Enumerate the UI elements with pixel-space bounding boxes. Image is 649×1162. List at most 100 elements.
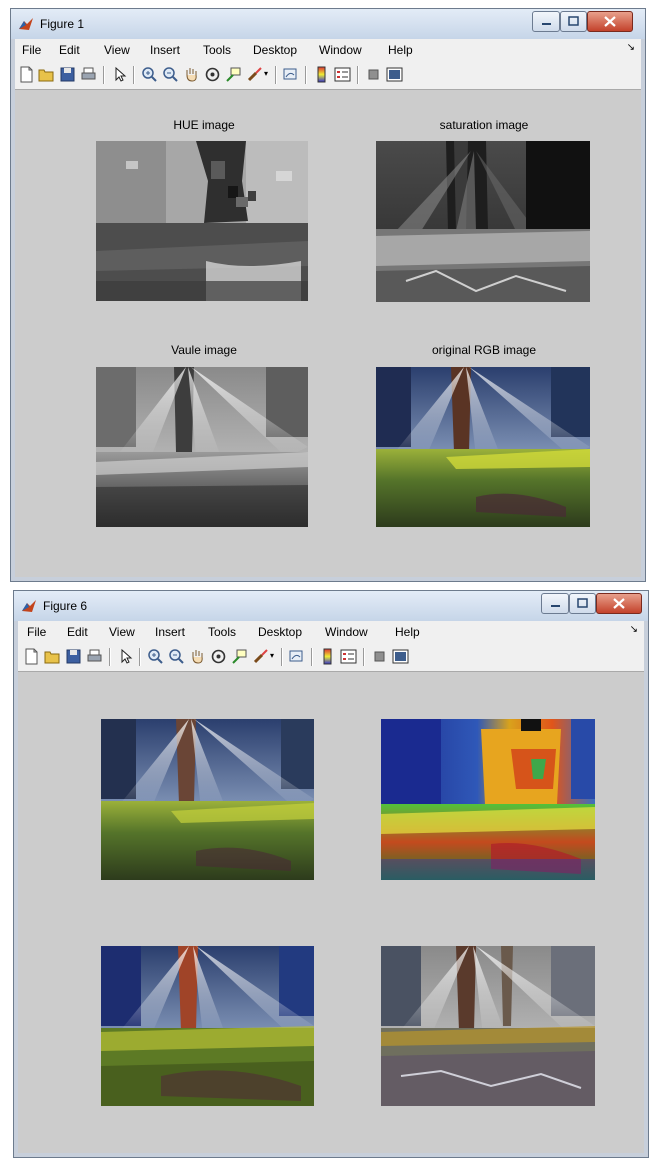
toolbar-separator	[357, 66, 359, 84]
figure-canvas	[18, 672, 644, 1153]
menu-edit[interactable]: Edit	[59, 43, 80, 57]
toolbar-separator	[275, 66, 277, 84]
hide-plot-tools-icon[interactable]	[365, 66, 382, 83]
plot-title-hue: HUE image	[173, 118, 235, 132]
menu-file[interactable]: File	[22, 43, 41, 57]
colorbar-icon[interactable]	[313, 66, 330, 83]
menu-help[interactable]: Help	[388, 43, 413, 57]
maximize-button[interactable]	[569, 593, 596, 614]
print-icon[interactable]	[86, 648, 103, 665]
figure-window-6: Figure 6 File Edit View Insert Tools Des…	[13, 590, 649, 1158]
title-bar[interactable]: Figure 1	[11, 9, 645, 39]
plot-title-value: Vaule image	[171, 343, 237, 357]
brush-icon[interactable]	[246, 66, 263, 83]
window-title: Figure 1	[40, 17, 85, 31]
plot-title-original: original RGB image	[431, 343, 537, 357]
new-file-icon[interactable]	[23, 648, 40, 665]
desaturated-forest-image	[381, 946, 595, 1106]
new-file-icon[interactable]	[18, 66, 35, 83]
toolbar-separator	[103, 66, 105, 84]
zoom-out-icon[interactable]	[168, 648, 185, 665]
pointer-icon[interactable]	[117, 648, 134, 665]
print-icon[interactable]	[80, 66, 97, 83]
figure-toolbar: ▾	[18, 643, 644, 672]
link-plot-icon[interactable]	[282, 66, 299, 83]
close-icon	[613, 598, 625, 609]
minimize-button[interactable]	[532, 11, 560, 32]
data-cursor-icon[interactable]	[225, 66, 242, 83]
pointer-icon[interactable]	[111, 66, 128, 83]
plot-title-saturation: saturation image	[439, 118, 529, 132]
menu-window[interactable]: Window	[319, 43, 362, 57]
toolbar-separator	[305, 66, 307, 84]
menu-window[interactable]: Window	[325, 625, 368, 639]
dock-arrow-icon[interactable]: ↘	[630, 624, 638, 635]
menu-view[interactable]: View	[109, 625, 135, 639]
legend-icon[interactable]	[340, 648, 357, 665]
rotate-3d-icon[interactable]	[204, 66, 221, 83]
maximize-icon	[577, 598, 588, 608]
toolbar-separator	[311, 648, 313, 666]
data-cursor-icon[interactable]	[231, 648, 248, 665]
open-folder-icon[interactable]	[38, 66, 55, 83]
original-rgb-forest-image	[376, 367, 590, 527]
brush-dropdown-icon[interactable]: ▾	[270, 651, 274, 660]
minimize-icon	[551, 605, 560, 607]
matlab-logo-icon	[22, 600, 36, 612]
menu-bar: File Edit View Insert Tools Desktop Wind…	[15, 39, 641, 61]
menu-file[interactable]: File	[27, 625, 46, 639]
legend-icon[interactable]	[334, 66, 351, 83]
toolbar-separator	[133, 66, 135, 84]
menu-bar: File Edit View Insert Tools Desktop Wind…	[18, 621, 644, 643]
pan-hand-icon[interactable]	[189, 648, 206, 665]
hide-plot-tools-icon[interactable]	[371, 648, 388, 665]
menu-desktop[interactable]: Desktop	[253, 43, 297, 57]
minimize-button[interactable]	[541, 593, 569, 614]
show-plot-tools-icon[interactable]	[392, 648, 409, 665]
dock-arrow-icon[interactable]: ↘	[627, 42, 635, 53]
menu-insert[interactable]: Insert	[150, 43, 180, 57]
menu-help[interactable]: Help	[395, 625, 420, 639]
maximize-icon	[568, 16, 579, 26]
toolbar-separator	[109, 648, 111, 666]
false-color-forest-image	[381, 719, 595, 880]
value-component-image	[96, 367, 308, 527]
toolbar-separator	[363, 648, 365, 666]
close-button[interactable]	[587, 11, 633, 32]
menu-edit[interactable]: Edit	[67, 625, 88, 639]
menu-tools[interactable]: Tools	[203, 43, 231, 57]
menu-view[interactable]: View	[104, 43, 130, 57]
link-plot-icon[interactable]	[288, 648, 305, 665]
close-button[interactable]	[596, 593, 642, 614]
minimize-icon	[542, 23, 551, 25]
colorbar-icon[interactable]	[319, 648, 336, 665]
zoom-out-icon[interactable]	[162, 66, 179, 83]
rotate-3d-icon[interactable]	[210, 648, 227, 665]
figure-canvas: HUE image saturation image Vaule image o…	[15, 90, 641, 577]
close-icon	[604, 16, 616, 27]
saturated-forest-image	[101, 946, 314, 1106]
hue-component-image	[96, 141, 308, 301]
show-plot-tools-icon[interactable]	[386, 66, 403, 83]
save-icon[interactable]	[65, 648, 82, 665]
matlab-logo-icon	[19, 18, 33, 30]
window-title: Figure 6	[43, 599, 88, 613]
title-bar[interactable]: Figure 6	[14, 591, 648, 621]
zoom-in-icon[interactable]	[141, 66, 158, 83]
open-folder-icon[interactable]	[44, 648, 61, 665]
menu-desktop[interactable]: Desktop	[258, 625, 302, 639]
enhanced-forest-image	[101, 719, 314, 880]
save-icon[interactable]	[59, 66, 76, 83]
toolbar-separator	[139, 648, 141, 666]
brush-icon[interactable]	[252, 648, 269, 665]
brush-dropdown-icon[interactable]: ▾	[264, 69, 268, 78]
toolbar-separator	[281, 648, 283, 666]
menu-tools[interactable]: Tools	[208, 625, 236, 639]
pan-hand-icon[interactable]	[183, 66, 200, 83]
saturation-component-image	[376, 141, 590, 302]
zoom-in-icon[interactable]	[147, 648, 164, 665]
figure-toolbar: ▾	[15, 61, 641, 90]
figure-window-1: Figure 1 File Edit View Insert Tools Des…	[10, 8, 646, 582]
menu-insert[interactable]: Insert	[155, 625, 185, 639]
maximize-button[interactable]	[560, 11, 587, 32]
